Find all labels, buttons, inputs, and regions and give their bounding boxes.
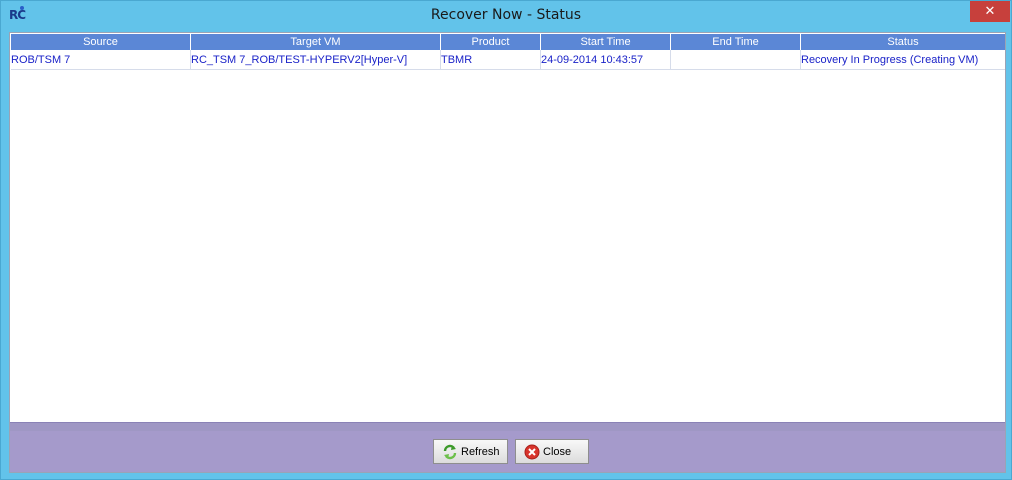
table-row[interactable]: ROB/TSM 7 RC_TSM 7_ROB/TEST-HYPERV2[Hype… [11, 50, 1005, 70]
column-header-target-vm[interactable]: Target VM [191, 34, 441, 50]
cell-source: ROB/TSM 7 [11, 50, 191, 70]
close-label: Close [543, 445, 572, 458]
window-title: Recover Now - Status [430, 7, 582, 23]
refresh-button[interactable]: Refresh [433, 439, 508, 464]
content-area: Source Target VM Product Start Time End … [9, 32, 1006, 473]
title-bar[interactable]: RC Recover Now - Status ✕ [1, 1, 1011, 31]
cell-status: Recovery In Progress (Creating VM) [801, 54, 979, 66]
column-header-status[interactable]: Status [801, 34, 1005, 50]
column-header-start-time[interactable]: Start Time [541, 34, 671, 50]
cell-target-vm: RC_TSM 7_ROB/TEST-HYPERV2[Hyper-V] [191, 50, 441, 70]
cell-end-time [671, 50, 801, 70]
grid-header: Source Target VM Product Start Time End … [11, 34, 1005, 50]
splitter-bar[interactable] [10, 422, 1005, 431]
close-circle-icon [524, 444, 540, 460]
column-header-end-time[interactable]: End Time [671, 34, 801, 50]
status-grid: Source Target VM Product Start Time End … [11, 34, 1005, 422]
close-button[interactable]: Close [515, 439, 589, 464]
window-close-button[interactable]: ✕ [970, 1, 1010, 22]
refresh-label: Refresh [461, 445, 500, 458]
column-header-product[interactable]: Product [441, 34, 541, 50]
cell-product: TBMR [441, 50, 541, 70]
refresh-icon [442, 444, 458, 460]
button-bar: Refresh Close [10, 431, 1005, 472]
column-header-source[interactable]: Source [11, 34, 191, 50]
cell-start-time: 24-09-2014 10:43:57 [541, 50, 671, 70]
recover-status-window: RC Recover Now - Status ✕ Source Target … [0, 0, 1012, 480]
